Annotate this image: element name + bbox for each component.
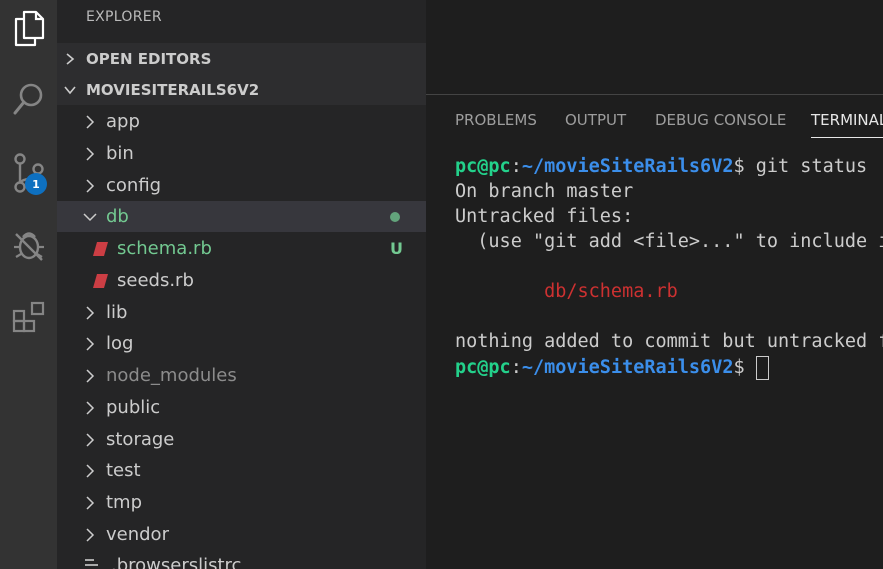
prompt-symbol: $ — [733, 156, 756, 177]
tree-item-label: .browserslistrc — [111, 555, 242, 569]
tree-item-browserslistrc[interactable]: .browserslistrc — [57, 550, 426, 569]
tree-item-log[interactable]: log — [57, 328, 426, 359]
prompt-user-host: pc@pc — [455, 156, 511, 177]
terminal-untracked-file: db/schema.rb — [455, 281, 678, 302]
explorer-icon[interactable] — [0, 3, 57, 53]
chevron-right-icon — [86, 369, 95, 383]
tree-item-config[interactable]: config — [57, 170, 426, 201]
tree-item-label: test — [106, 460, 141, 481]
tree-item-label: storage — [106, 429, 175, 450]
tab-debug-console[interactable]: DEBUG CONSOLE — [655, 111, 786, 129]
git-untracked-badge: U — [390, 239, 403, 258]
terminal-line-hint: (use "git add <file>..." to include in w… — [477, 231, 883, 252]
terminal-line-branch: On branch master — [455, 181, 634, 202]
chevron-right-icon — [86, 433, 95, 447]
project-header[interactable]: MOVIESITERAILS6V2 — [57, 74, 426, 105]
tree-item-label: public — [106, 397, 161, 418]
search-icon[interactable] — [0, 74, 57, 124]
prompt-path: ~/movieSiteRails6V2 — [521, 156, 734, 177]
tree-item-label: schema.rb — [117, 238, 212, 259]
open-editors-header[interactable]: OPEN EDITORS — [57, 43, 426, 74]
tab-problems[interactable]: PROBLEMS — [455, 111, 537, 129]
tree-item-label: app — [106, 111, 140, 132]
tree-item-tmp[interactable]: tmp — [57, 487, 426, 518]
prompt-symbol: $ — [733, 357, 756, 378]
tree-item-label: log — [106, 333, 134, 354]
chevron-down-icon — [83, 213, 97, 222]
sidebar-title: EXPLORER — [86, 9, 162, 25]
chevron-right-icon — [86, 496, 95, 510]
chevron-down-icon — [64, 86, 76, 95]
activity-bar: 1 — [0, 0, 57, 569]
tree-item-label: config — [106, 175, 162, 196]
prompt-user-host: pc@pc — [455, 357, 511, 378]
tree-item-node-modules[interactable]: node_modules — [57, 360, 426, 391]
tab-terminal[interactable]: TERMINAL — [811, 111, 883, 129]
terminal-line-untracked: Untracked files: — [455, 206, 634, 227]
tab-output[interactable]: OUTPUT — [565, 111, 626, 129]
explorer-sidebar: EXPLORER OPEN EDITORS MOVIESITERAILS6V2 … — [57, 0, 426, 569]
prompt-colon: : — [510, 156, 522, 177]
tree-item-storage[interactable]: storage — [57, 424, 426, 455]
tree-item-public[interactable]: public — [57, 392, 426, 423]
tree-item-lib[interactable]: lib — [57, 297, 426, 328]
ruby-file-icon — [93, 242, 108, 256]
tree-item-label: vendor — [106, 524, 169, 545]
git-modified-dot-icon — [390, 212, 400, 222]
prompt-path: ~/movieSiteRails6V2 — [521, 357, 734, 378]
chevron-right-icon — [86, 401, 95, 415]
bottom-panel: PROBLEMS OUTPUT DEBUG CONSOLE TERMINAL p… — [426, 95, 883, 569]
chevron-right-icon — [86, 464, 95, 478]
tree-item-schema-rb[interactable]: schema.rb U — [57, 233, 426, 264]
tree-item-label: tmp — [106, 492, 143, 513]
text-file-icon — [85, 559, 98, 566]
open-editors-label: OPEN EDITORS — [86, 49, 212, 68]
terminal-line-command: pc@pc:~/movieSiteRails6V2$ git status — [455, 156, 867, 177]
chevron-right-icon — [86, 115, 95, 129]
terminal-line-nothing: nothing added to commit but untracked fi… — [455, 331, 883, 352]
terminal-line-prompt[interactable]: pc@pc:~/movieSiteRails6V2$ — [455, 356, 769, 380]
active-tab-indicator — [811, 137, 883, 138]
tree-item-seeds-rb[interactable]: seeds.rb — [57, 265, 426, 296]
chevron-right-icon — [66, 53, 75, 65]
tree-item-bin[interactable]: bin — [57, 138, 426, 169]
tree-item-label: bin — [106, 143, 134, 164]
terminal-cursor — [755, 356, 769, 380]
tree-item-label: db — [106, 206, 129, 227]
tree-item-db[interactable]: db — [57, 201, 426, 232]
debug-icon[interactable] — [0, 220, 57, 270]
source-control-badge: 1 — [25, 173, 47, 195]
tree-item-label: node_modules — [106, 365, 237, 386]
chevron-right-icon — [86, 337, 95, 351]
chevron-right-icon — [86, 147, 95, 161]
terminal-command: git status — [755, 156, 868, 177]
chevron-right-icon — [86, 179, 95, 193]
prompt-colon: : — [510, 357, 522, 378]
tree-item-label: lib — [106, 302, 128, 323]
chevron-right-icon — [86, 528, 95, 542]
tree-item-test[interactable]: test — [57, 455, 426, 486]
project-label: MOVIESITERAILS6V2 — [86, 80, 260, 99]
tree-item-label: seeds.rb — [117, 270, 194, 291]
extensions-icon[interactable] — [0, 293, 57, 343]
tree-item-vendor[interactable]: vendor — [57, 519, 426, 550]
tree-item-app[interactable]: app — [57, 106, 426, 137]
editor-area — [426, 0, 883, 95]
ruby-file-icon — [93, 274, 108, 288]
chevron-right-icon — [86, 306, 95, 320]
